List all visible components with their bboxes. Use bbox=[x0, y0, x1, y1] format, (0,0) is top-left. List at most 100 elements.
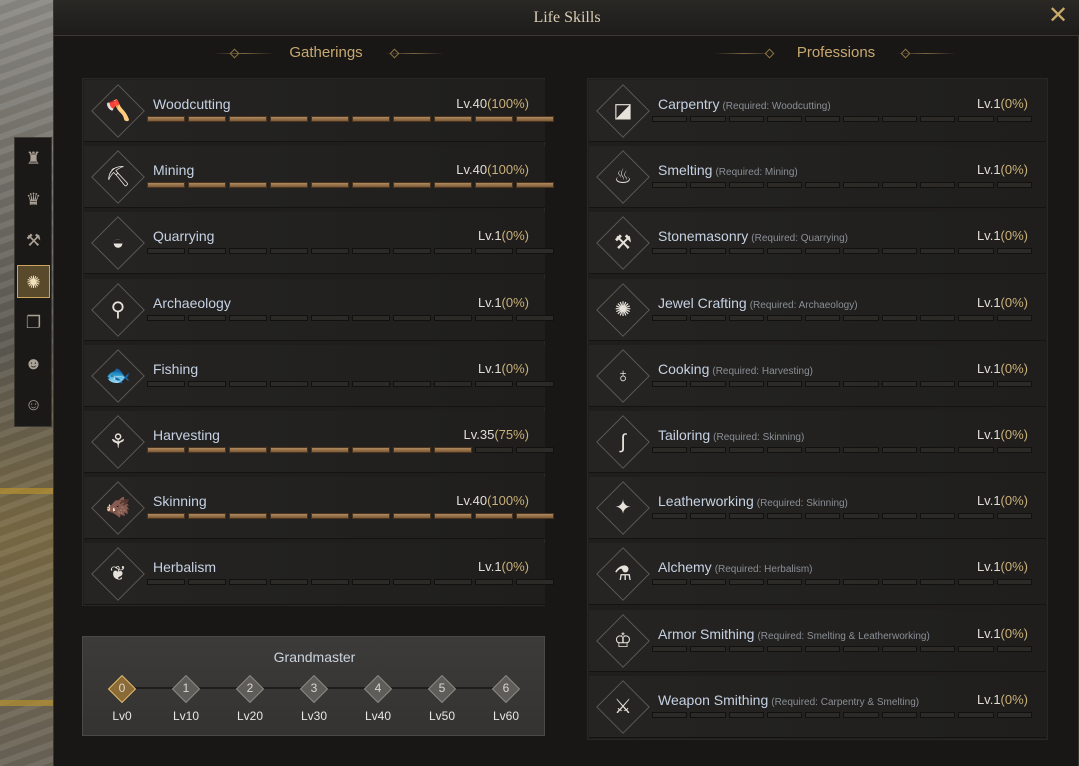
experience-segment bbox=[434, 182, 472, 189]
skill-row-archaeology[interactable]: ⚲ Archaeology Lv.1(0%) bbox=[84, 278, 554, 341]
experience-segment bbox=[147, 513, 185, 520]
skill-requirement: (Required: Harvesting) bbox=[712, 365, 813, 377]
close-x-icon[interactable]: ✕ bbox=[1046, 4, 1070, 29]
experience-segment bbox=[434, 248, 472, 255]
level-value: Lv.1 bbox=[976, 691, 1001, 707]
experience-bar bbox=[147, 447, 554, 453]
skill-name-text: Tailoring bbox=[658, 427, 711, 443]
level-value: Lv.1 bbox=[976, 162, 1001, 178]
skill-row-tailoring[interactable]: ∫ Tailoring (Required: Skinning) Lv.1(0%) bbox=[589, 411, 1046, 473]
experience-segment bbox=[516, 579, 554, 586]
experience-segment bbox=[516, 380, 554, 387]
skill-level: Lv.40(100%) bbox=[456, 162, 529, 177]
experience-segment bbox=[843, 645, 879, 652]
experience-segment bbox=[958, 314, 994, 321]
experience-segment bbox=[843, 314, 879, 321]
skill-row-mining[interactable]: ⛏ Mining Lv.40(100%) bbox=[84, 146, 554, 209]
experience-segment bbox=[393, 182, 431, 189]
experience-bar bbox=[652, 248, 1032, 255]
level-value: Lv.1 bbox=[477, 228, 502, 244]
skill-name: Leatherworking (Required: Skinning) bbox=[658, 493, 848, 509]
experience-segment bbox=[881, 645, 918, 652]
grandmaster-badge-5: 5 bbox=[427, 674, 457, 704]
skill-level: Lv.1(0%) bbox=[977, 162, 1028, 177]
skill-row-quarrying[interactable]: ◒ Quarrying Lv.1(0%) bbox=[84, 212, 554, 275]
skill-row-alchemy[interactable]: ⚗ Alchemy (Required: Herbalism) Lv.1(0%) bbox=[589, 543, 1046, 606]
skill-name: Skinning bbox=[153, 493, 207, 509]
badge-number: 4 bbox=[374, 681, 382, 695]
experience-segment bbox=[728, 645, 764, 652]
experience-segment bbox=[766, 711, 803, 718]
skill-row-cooking[interactable]: ♁ Cooking (Required: Harvesting) Lv.1(0%) bbox=[589, 344, 1046, 407]
experience-segment bbox=[805, 380, 841, 387]
experience-bar bbox=[147, 513, 554, 520]
level-percent: (0%) bbox=[501, 228, 529, 244]
skill-name-text: Weapon Smithing bbox=[658, 691, 769, 708]
skill-name-text: Carpentry bbox=[658, 96, 720, 112]
skill-name: Tailoring (Required: Skinning) bbox=[658, 427, 804, 443]
fishing-icon: 🐟 bbox=[105, 364, 131, 387]
experience-segment bbox=[229, 248, 267, 255]
skill-name: Archaeology bbox=[153, 295, 231, 311]
background-decoration bbox=[0, 488, 53, 494]
level-value: Lv.40 bbox=[456, 96, 488, 111]
level-value: Lv.40 bbox=[456, 493, 488, 509]
experience-bar bbox=[147, 579, 554, 586]
skill-requirement: (Required: Archaeology) bbox=[749, 299, 858, 311]
experience-bar bbox=[147, 314, 554, 321]
level-value: Lv.1 bbox=[477, 360, 502, 376]
experience-segment bbox=[728, 579, 764, 586]
experience-segment bbox=[843, 513, 879, 520]
level-percent: (0%) bbox=[1000, 691, 1028, 707]
experience-segment bbox=[352, 116, 390, 122]
skill-row-harvesting[interactable]: ⚘ Harvesting Lv.35(75%) bbox=[84, 411, 554, 473]
skill-row-herbalism[interactable]: ❦ Herbalism Lv.1(0%) bbox=[84, 543, 554, 606]
book-icon[interactable]: ❐ bbox=[17, 306, 50, 339]
skill-row-armor-smithing[interactable]: ♔ Armor Smithing (Required: Smelting & Lea… bbox=[589, 609, 1046, 672]
skill-row-stonemasonry[interactable]: ⚒ Stonemasonry (Required: Quarrying) Lv.1(0… bbox=[589, 212, 1046, 275]
experience-segment bbox=[805, 182, 841, 189]
skill-row-woodcutting[interactable]: 🪓 Woodcutting Lv.40(100%) bbox=[84, 80, 554, 142]
experience-segment bbox=[996, 380, 1032, 387]
anvil-icon[interactable]: ⚒ bbox=[17, 224, 50, 257]
experience-segment bbox=[843, 248, 879, 255]
experience-segment bbox=[996, 579, 1032, 586]
grandmaster-badge-6: 6 bbox=[491, 674, 521, 704]
experience-bar bbox=[147, 182, 554, 189]
experience-bar bbox=[652, 314, 1032, 321]
grandmaster-tier-label: Lv30 bbox=[300, 709, 328, 723]
skill-row-weapon-smithing[interactable]: ⚔ Weapon Smithing (Required: Carpentry & S… bbox=[589, 675, 1046, 738]
skill-row-jewel-crafting[interactable]: ✺ Jewel Crafting (Required: Archaeology) Lv… bbox=[589, 278, 1046, 341]
experience-segment bbox=[270, 380, 308, 387]
character-icon[interactable]: ♜ bbox=[17, 142, 50, 175]
skill-row-fishing[interactable]: 🐟 Fishing Lv.1(0%) bbox=[84, 344, 554, 407]
experience-bar bbox=[147, 248, 554, 255]
experience-segment bbox=[652, 314, 688, 321]
skill-row-smelting[interactable]: ♨ Smelting (Required: Mining) Lv.1(0%) bbox=[589, 146, 1046, 209]
emote-icon[interactable]: ☺ bbox=[17, 388, 50, 421]
life-skills-icon[interactable]: ✺ bbox=[17, 265, 50, 298]
skill-requirement: (Required: Mining) bbox=[715, 167, 798, 179]
crest-icon[interactable]: ♛ bbox=[17, 183, 50, 216]
level-percent: (100%) bbox=[487, 96, 529, 111]
experience-segment bbox=[393, 248, 431, 255]
companions-icon[interactable]: ☻ bbox=[17, 347, 50, 380]
skill-row-leatherworking[interactable]: ✦ Leatherworking (Required: Skinning) Lv.1(… bbox=[589, 477, 1046, 540]
stonemasonry-hammer-icon: ⚒ bbox=[614, 232, 632, 255]
skill-row-skinning[interactable]: 🐗 Skinning Lv.40(100%) bbox=[84, 477, 554, 540]
grandmaster-badge-3: 3 bbox=[299, 674, 329, 704]
experience-segment bbox=[475, 380, 513, 387]
level-value: Lv.35 bbox=[463, 427, 495, 442]
skill-name-text: Smelting bbox=[658, 162, 713, 179]
experience-segment bbox=[920, 248, 956, 255]
window-title: Life Skills bbox=[533, 9, 601, 26]
grandmaster-tier-label: Lv10 bbox=[172, 709, 200, 723]
grandmaster-badge-1: 1 bbox=[171, 674, 201, 704]
skill-name: Alchemy (Required: Herbalism) bbox=[658, 559, 813, 575]
experience-segment bbox=[652, 645, 688, 652]
experience-segment bbox=[652, 248, 688, 255]
experience-segment bbox=[475, 182, 513, 189]
skill-row-carpentry[interactable]: ◪ Carpentry (Required: Woodcutting) Lv.1(0%… bbox=[589, 80, 1046, 142]
skill-level: Lv.35(75%) bbox=[463, 427, 529, 442]
harvesting-icon: ⚘ bbox=[109, 431, 127, 453]
